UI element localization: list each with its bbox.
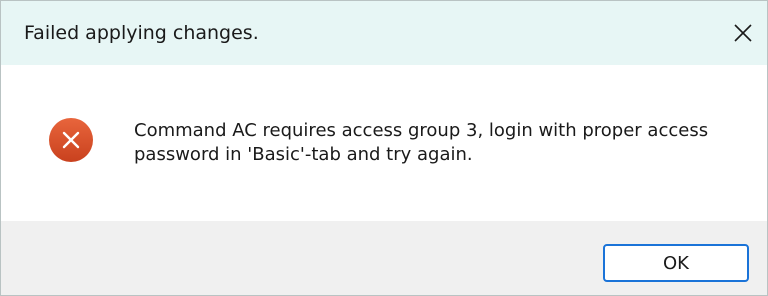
ok-button[interactable]: OK	[603, 244, 749, 282]
close-icon	[734, 24, 752, 42]
error-x-icon	[49, 118, 93, 162]
error-dialog: Failed applying changes. Command AC requ…	[0, 0, 768, 296]
dialog-content: Command AC requires access group 3, logi…	[1, 65, 767, 221]
dialog-title: Failed applying changes.	[24, 22, 259, 44]
dialog-footer: OK	[1, 221, 767, 295]
error-message: Command AC requires access group 3, logi…	[134, 120, 709, 165]
dialog-titlebar: Failed applying changes.	[1, 1, 767, 65]
close-button[interactable]	[723, 13, 763, 53]
